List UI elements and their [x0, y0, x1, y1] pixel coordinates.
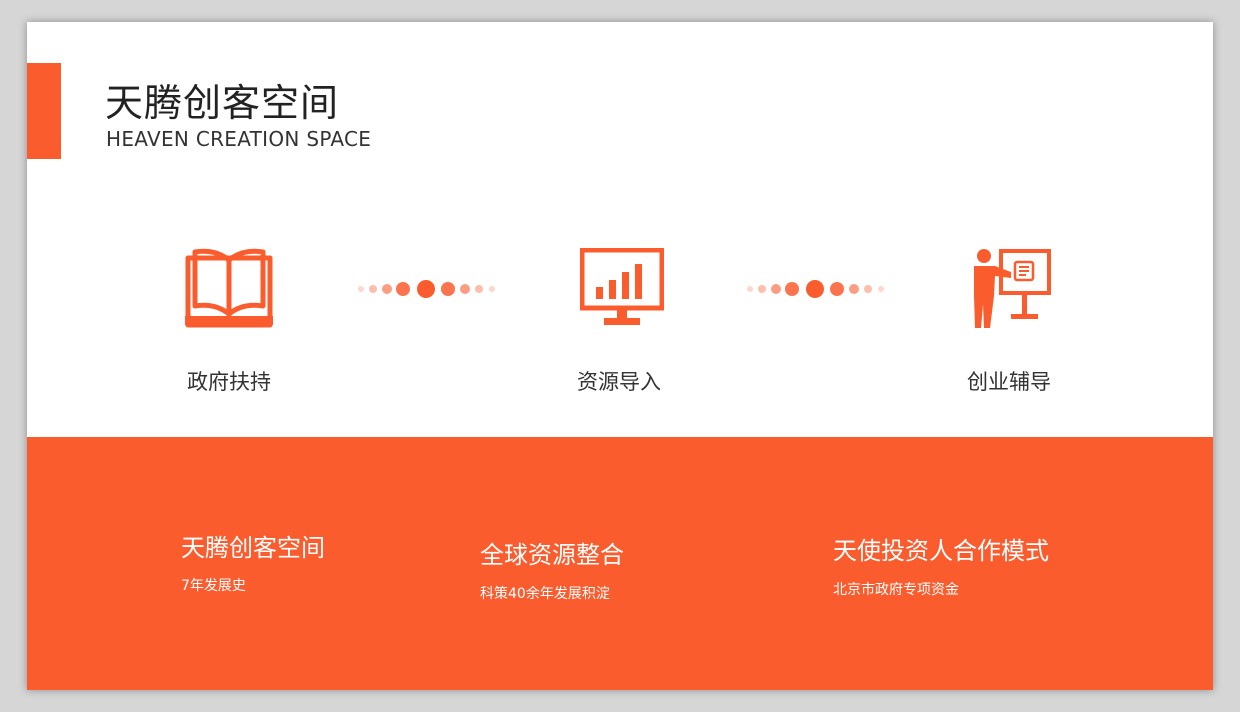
- book-icon: [185, 248, 273, 328]
- feature-label-startup-coaching: 创业辅导: [967, 370, 1051, 394]
- monitor-chart-icon: [580, 248, 664, 325]
- presenter-board-icon: [974, 249, 1051, 328]
- connector-dots-right: [747, 280, 884, 298]
- page-subtitle: HEAVEN CREATION SPACE: [106, 127, 372, 151]
- highlight-subtitle-beijing-fund: 北京市政府专项资金: [833, 582, 959, 598]
- highlight-title-global-resources: 全球资源整合: [480, 541, 624, 569]
- slide: 天腾创客空间 HEAVEN CREATION SPACE 政府扶持 资源导入 创…: [27, 22, 1213, 690]
- feature-label-resource-import: 资源导入: [577, 370, 661, 394]
- connector-dots-left: [358, 280, 495, 298]
- accent-bar: [27, 63, 61, 159]
- highlight-subtitle-history: 7年发展史: [181, 578, 246, 594]
- feature-label-gov-support: 政府扶持: [187, 370, 271, 394]
- highlight-title-angel-investors: 天使投资人合作模式: [833, 537, 1049, 565]
- page-title: 天腾创客空间: [105, 81, 340, 125]
- highlight-title-space: 天腾创客空间: [181, 534, 325, 562]
- highlight-subtitle-kece: 科策40余年发展积淀: [480, 586, 610, 602]
- highlights-panel: 天腾创客空间 7年发展史 全球资源整合 科策40余年发展积淀 天使投资人合作模式…: [27, 437, 1213, 690]
